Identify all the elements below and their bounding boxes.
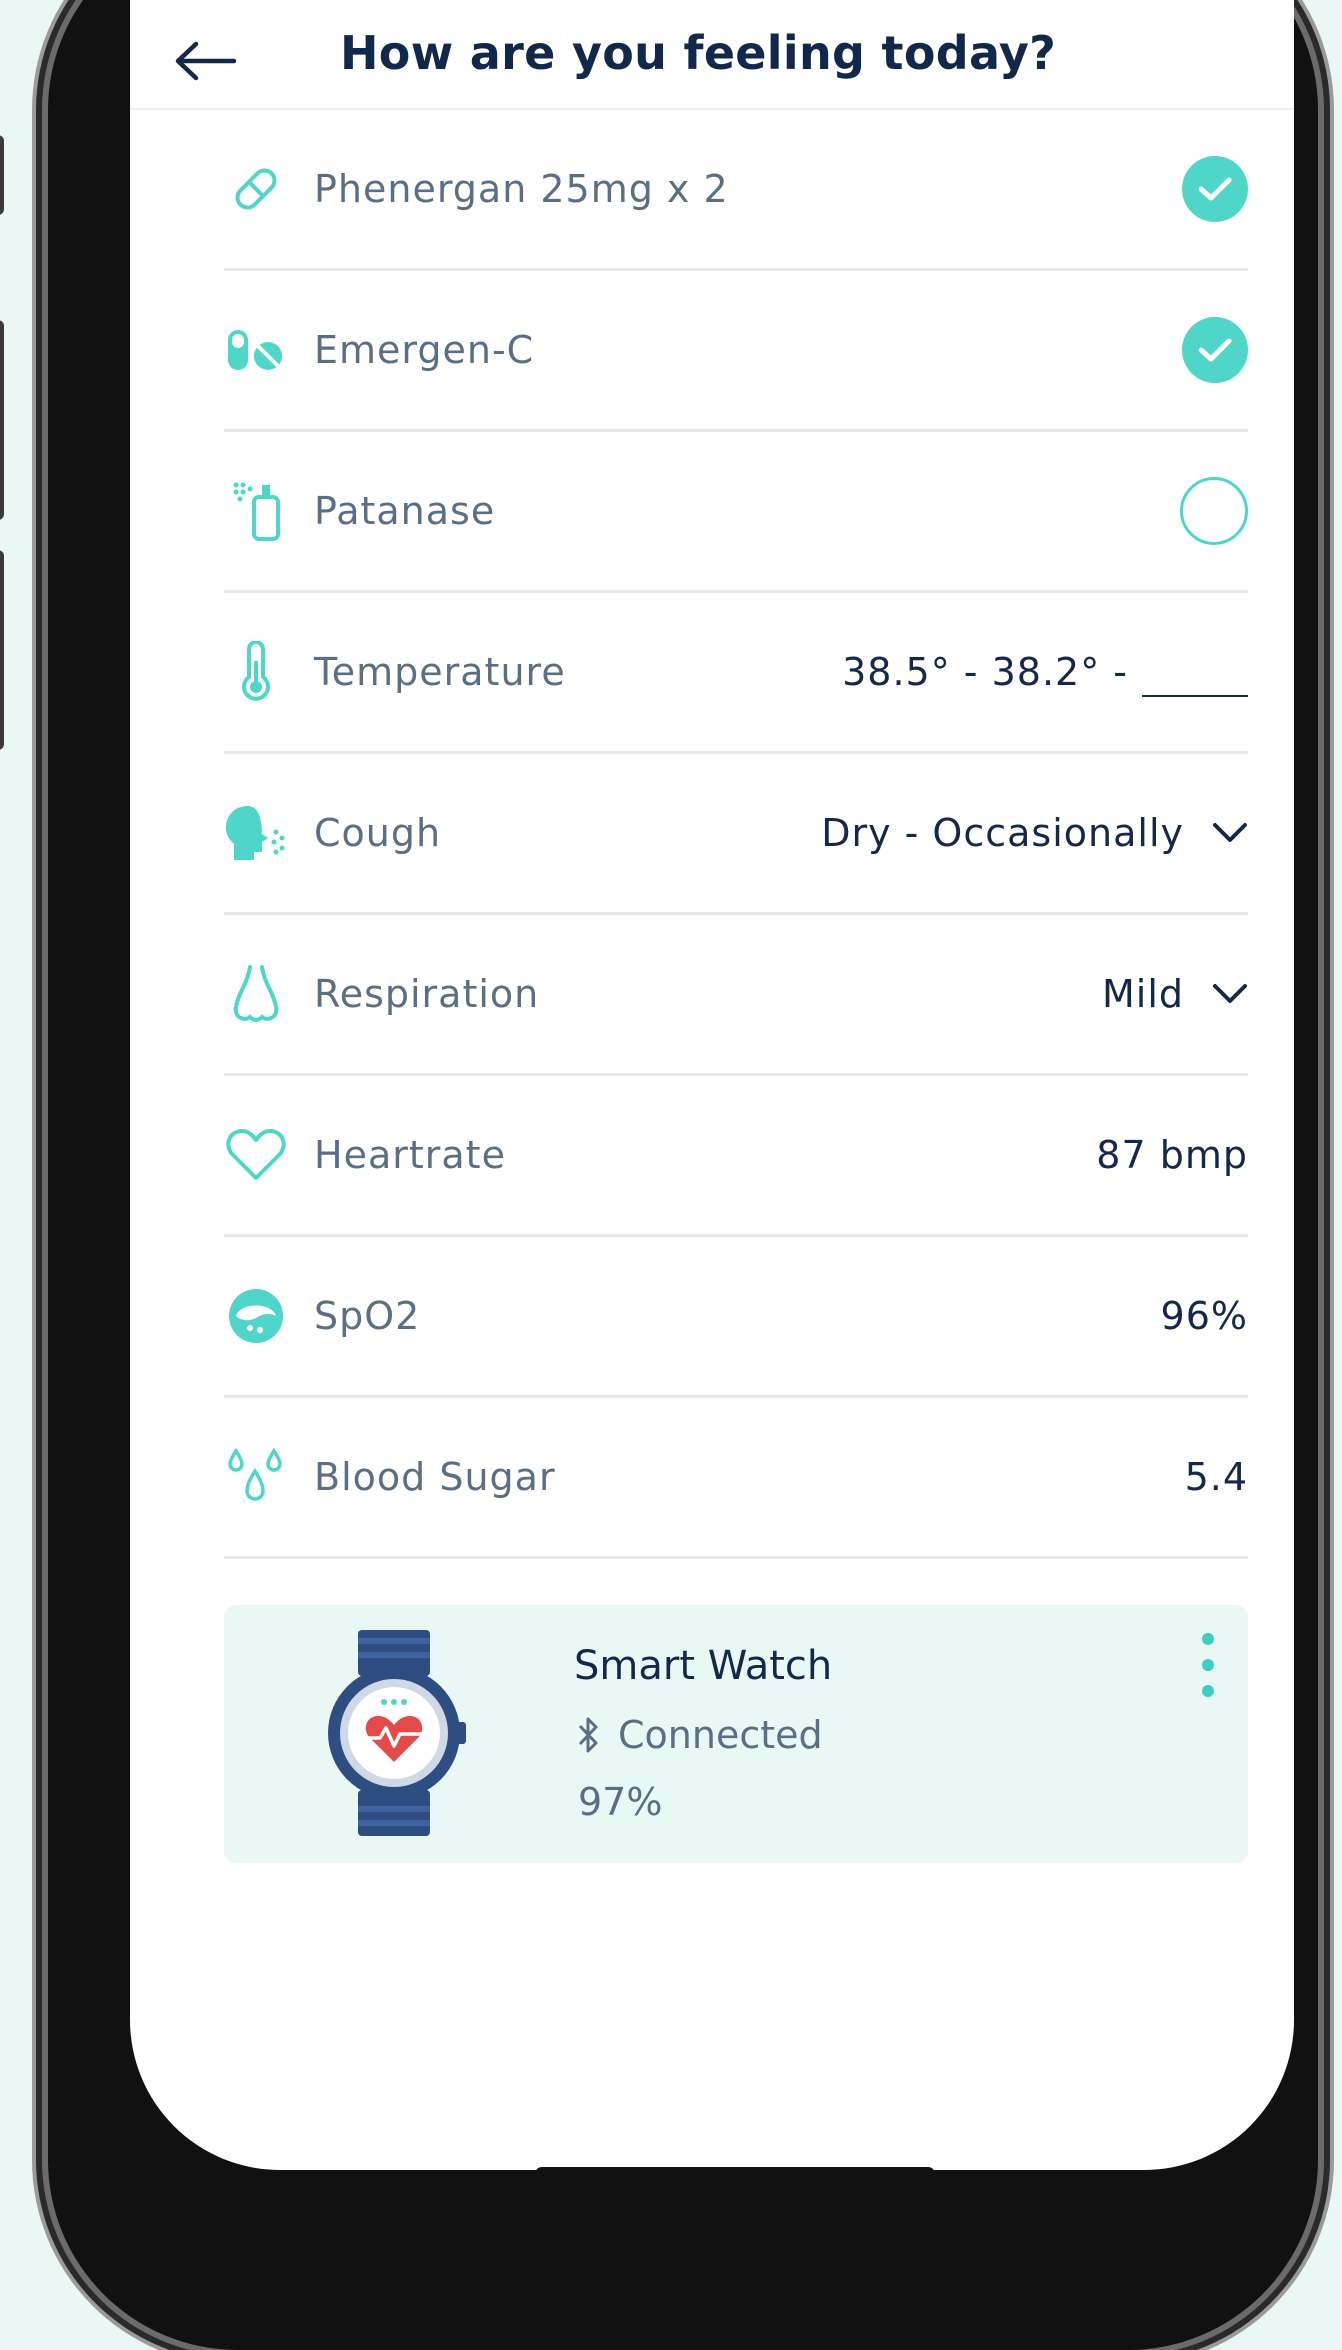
volume-up-button [0,320,4,520]
connection-status: Connected [576,1713,823,1757]
item-label: Phenergan 25mg x 2 [314,167,729,211]
checked-checkbox[interactable] [1182,156,1248,222]
list-item-respiration[interactable]: Respiration Mild [224,915,1248,1076]
item-label: Blood Sugar [314,1455,556,1499]
symptom-list: Phenergan 25mg x 2 Emergen-C Patanase Te… [130,110,1294,1559]
list-item-blood-sugar[interactable]: Blood Sugar 5.4 [224,1398,1248,1559]
battery-level: 97% [578,1780,663,1824]
list-item-temperature[interactable]: Temperature 38.5° - 38.2° - [224,593,1248,754]
checkmark-icon [1198,338,1232,362]
list-item-patanase[interactable]: Patanase [224,432,1248,593]
bluetooth-icon [578,1717,598,1753]
back-button[interactable] [170,26,240,96]
page-title: How are you feeling today? [340,26,1057,80]
list-item-spo2[interactable]: SpO2 96% [224,1237,1248,1398]
nose-icon [224,962,288,1026]
cough-selected-value: Dry - Occasionally [821,811,1184,855]
spray-icon [224,479,288,543]
smartwatch-icon [324,1630,474,1840]
item-label: SpO2 [314,1294,421,1338]
vitamin-icon [224,318,288,382]
item-label: Temperature [314,650,566,694]
list-item-cough[interactable]: Cough Dry - Occasionally [224,754,1248,915]
connection-status-label: Connected [618,1713,823,1757]
checkmark-icon [1198,177,1232,201]
thermometer-icon [224,640,288,704]
home-indicator[interactable] [535,2167,935,2170]
item-label: Emergen-C [314,328,535,372]
cough-dropdown[interactable]: Dry - Occasionally [821,811,1248,855]
app-screen: How are you feeling today? Phenergan 25m… [130,0,1294,2170]
list-item-emergen-c[interactable]: Emergen-C [224,271,1248,432]
temperature-value: 38.5° - 38.2° - [842,650,1248,697]
item-label: Patanase [314,489,496,533]
item-label: Cough [314,811,442,855]
header: How are you feeling today? [130,0,1294,110]
heart-icon [224,1123,288,1187]
cough-icon [224,801,288,865]
device-name: Smart Watch [574,1643,833,1689]
temperature-input[interactable] [1142,695,1248,697]
list-item-phenergan[interactable]: Phenergan 25mg x 2 [224,110,1248,271]
chevron-down-icon [1212,822,1248,844]
respiration-selected-value: Mild [1101,972,1184,1016]
oximeter-icon [224,1284,288,1348]
spo2-value: 96% [1160,1294,1248,1338]
checked-checkbox[interactable] [1182,317,1248,383]
phone-frame: How are you feeling today? Phenergan 25m… [0,0,1318,2350]
chevron-down-icon [1212,983,1248,1005]
list-item-heartrate[interactable]: Heartrate 87 bmp [224,1076,1248,1237]
arrow-left-icon [175,41,236,81]
unchecked-checkbox[interactable] [1180,477,1248,545]
item-label: Respiration [314,972,540,1016]
volume-down-button [0,550,4,750]
pill-icon [224,157,288,221]
respiration-dropdown[interactable]: Mild [1102,972,1248,1016]
heartrate-value: 87 bmp [1096,1133,1248,1177]
mute-switch [0,135,4,215]
more-options-icon[interactable] [1188,1633,1228,1697]
device-card[interactable]: Smart Watch Connected 97% [224,1605,1248,1863]
blood-sugar-value: 5.4 [1184,1455,1248,1499]
item-label: Heartrate [314,1133,506,1177]
droplets-icon [224,1445,288,1509]
temperature-readings: 38.5° - 38.2° - [842,650,1128,694]
